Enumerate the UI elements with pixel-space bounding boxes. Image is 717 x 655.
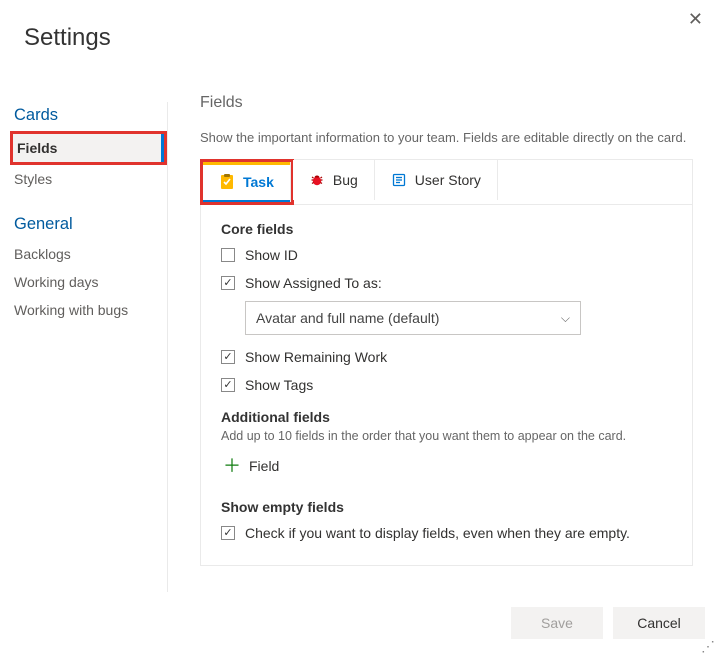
checkbox-icon [221,378,235,392]
tab-user-story[interactable]: User Story [375,160,498,200]
checkbox-label: Show Tags [245,377,313,393]
checkbox-icon [221,276,235,290]
sidebar-item-label: Working with bugs [14,302,128,318]
checkbox-label: Show ID [245,247,298,263]
checkbox-icon [221,248,235,262]
tab-label: Bug [333,172,358,188]
close-icon[interactable]: ✕ [688,10,703,28]
resize-grip-icon[interactable]: ⋰ [701,639,715,653]
checkbox-label: Check if you want to display fields, eve… [245,525,630,541]
checkbox-show-empty[interactable]: Check if you want to display fields, eve… [221,519,672,547]
chevron-down-icon: ⌵ [561,311,570,326]
checkbox-show-id[interactable]: Show ID [221,241,672,269]
sidebar-item-label: Backlogs [14,246,71,262]
cancel-button[interactable]: Cancel [613,607,705,639]
section-heading: Fields [200,94,693,112]
tab-label: Task [243,174,274,190]
tab-panel: Core fields Show ID Show Assigned To as:… [200,204,693,566]
sidebar-item-label: Fields [17,140,57,156]
sidebar-item-working-with-bugs[interactable]: Working with bugs [10,296,167,324]
add-field-label: Field [249,458,279,474]
task-icon [219,174,235,190]
tab-bug[interactable]: Bug [293,160,375,200]
checkbox-label: Show Assigned To as: [245,275,382,291]
highlight-fields: Fields [10,131,167,165]
sidebar-item-label: Working days [14,274,99,290]
checkbox-icon [221,526,235,540]
empty-fields-heading: Show empty fields [221,499,672,515]
sidebar-item-styles[interactable]: Styles [10,165,167,193]
user-story-icon [391,172,407,188]
sidebar-item-label: Styles [14,171,52,187]
dialog-title: Settings [0,0,717,52]
plus-icon: ＋ [223,457,241,475]
bug-icon [309,172,325,188]
assigned-display-select[interactable]: Avatar and full name (default) ⌵ [245,301,581,335]
dialog-footer: Save Cancel [511,607,705,639]
checkbox-show-assigned[interactable]: Show Assigned To as: [221,269,672,297]
sidebar-item-working-days[interactable]: Working days [10,268,167,296]
tab-task[interactable]: Task [203,162,291,202]
settings-content: Fields Show the important information to… [200,94,693,605]
section-description: Show the important information to your t… [200,130,693,145]
sidebar-item-backlogs[interactable]: Backlogs [10,240,167,268]
select-value: Avatar and full name (default) [256,310,439,326]
sidebar-item-fields[interactable]: Fields [13,134,164,162]
nav-section-cards: Cards [10,102,167,131]
additional-fields-desc: Add up to 10 fields in the order that yo… [221,429,672,443]
checkbox-show-tags[interactable]: Show Tags [221,371,672,399]
additional-fields-heading: Additional fields [221,409,672,425]
add-field-button[interactable]: ＋ Field [221,451,281,481]
settings-sidebar: Cards Fields Styles General Backlogs Wor… [10,102,168,592]
checkbox-show-remaining[interactable]: Show Remaining Work [221,343,672,371]
checkbox-label: Show Remaining Work [245,349,387,365]
workitem-tabs: Task Bug User Story [200,159,693,204]
checkbox-icon [221,350,235,364]
save-button[interactable]: Save [511,607,603,639]
nav-section-general: General [10,211,167,240]
core-fields-heading: Core fields [221,221,672,237]
highlight-task: Task [200,159,294,205]
tab-label: User Story [415,172,481,188]
